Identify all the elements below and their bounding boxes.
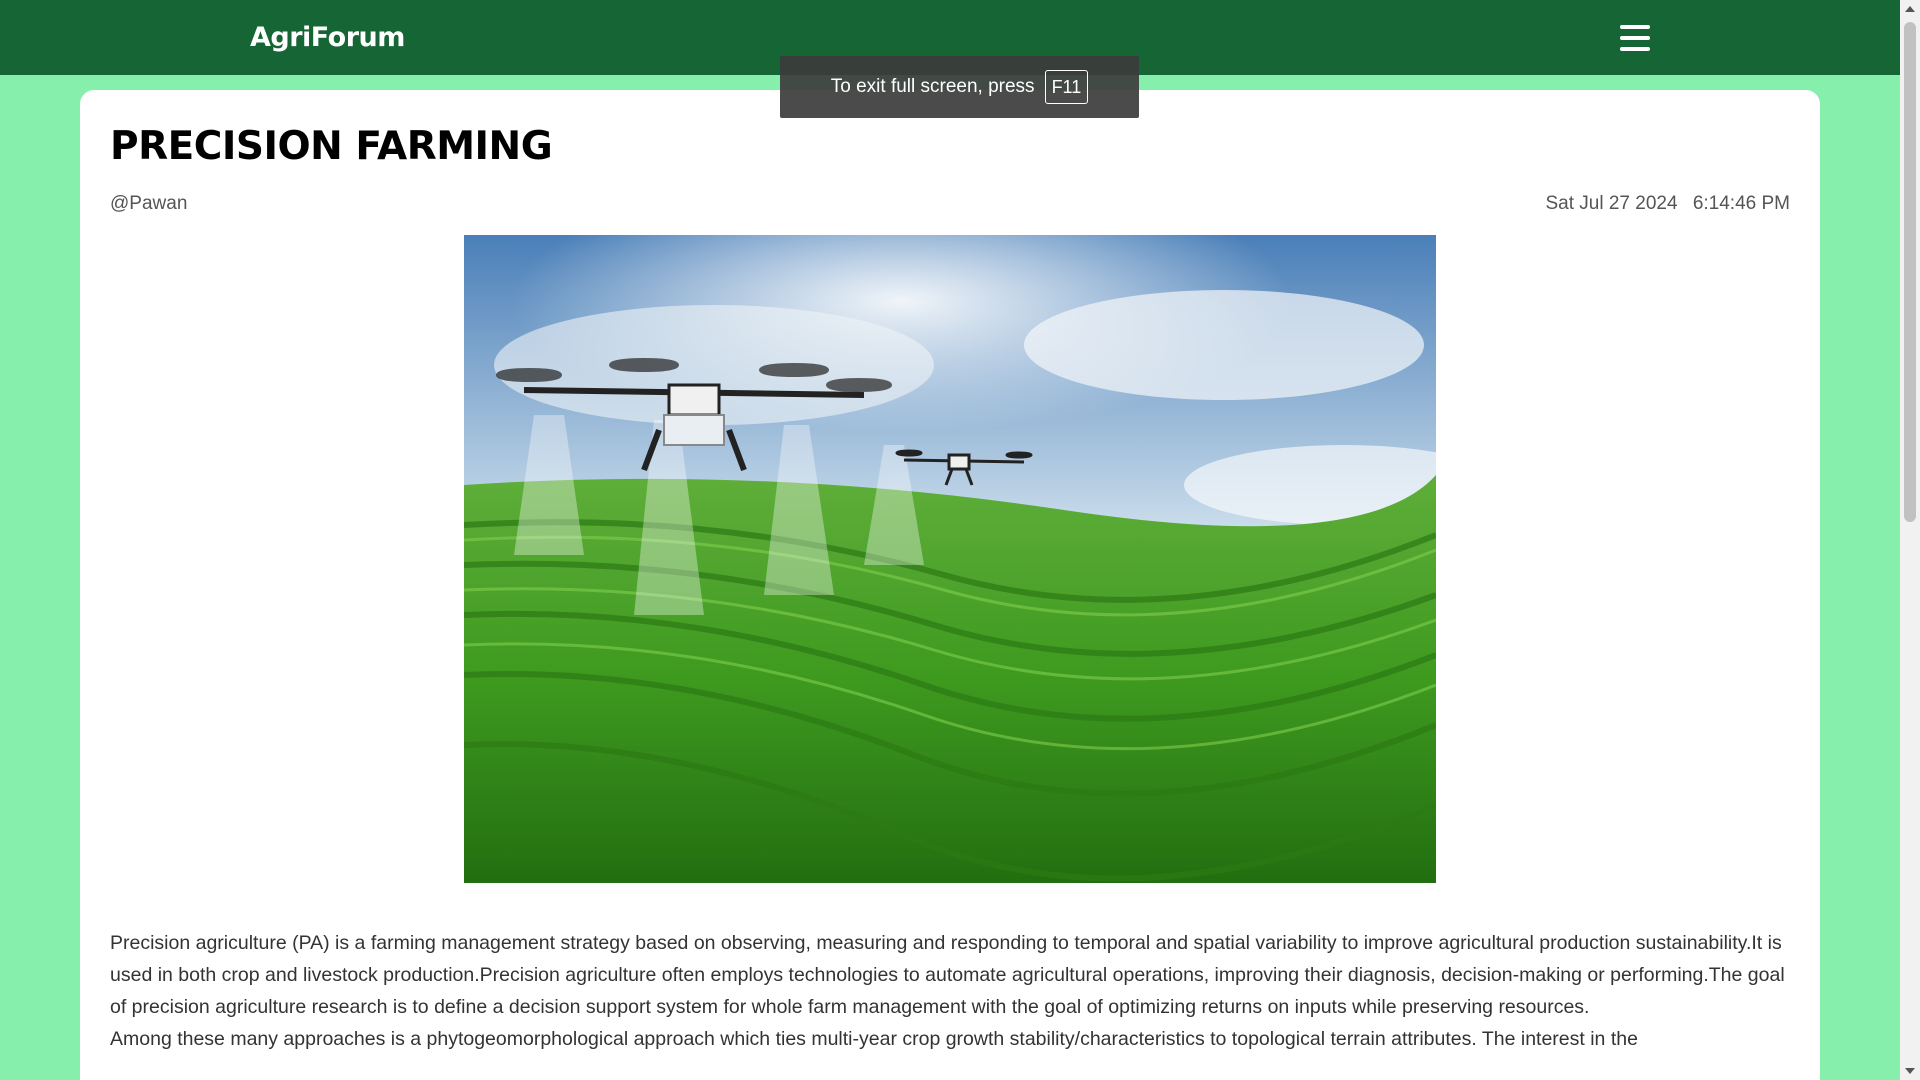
- drone-farm-illustration: [464, 235, 1436, 883]
- menu-bar: [1620, 35, 1650, 40]
- post-date: Sat Jul 27 2024: [1545, 193, 1678, 214]
- post-author: @Pawan: [110, 193, 188, 214]
- fullscreen-notice-text: To exit full screen, press: [830, 76, 1035, 97]
- scroll-up-arrow-icon[interactable]: [1905, 6, 1915, 12]
- post-timestamp: Sat Jul 27 2024 6:14:46 PM: [1546, 193, 1791, 215]
- vertical-scrollbar[interactable]: [1900, 0, 1920, 1080]
- scrollbar-thumb[interactable]: [1904, 22, 1916, 522]
- post-time: 6:14:46 PM: [1692, 193, 1790, 214]
- menu-bar: [1620, 46, 1650, 51]
- post-title: PRECISION FARMING: [110, 124, 553, 169]
- post-image: [464, 235, 1436, 883]
- post-paragraph: Precision agriculture (PA) is a farming …: [110, 932, 1785, 1018]
- hamburger-menu-icon[interactable]: [1620, 24, 1650, 51]
- f11-key-badge: F11: [1044, 70, 1089, 104]
- brand-logo[interactable]: AgriForum: [250, 22, 405, 53]
- post-meta: @Pawan Sat Jul 27 2024 6:14:46 PM: [110, 193, 1790, 215]
- scroll-down-arrow-icon[interactable]: [1905, 1068, 1915, 1074]
- post-card: PRECISION FARMING @Pawan Sat Jul 27 2024…: [80, 90, 1820, 1080]
- post-body: Precision agriculture (PA) is a farming …: [110, 927, 1790, 1055]
- menu-bar: [1620, 24, 1650, 29]
- post-paragraph: Among these many approaches is a phytoge…: [110, 1028, 1638, 1050]
- fullscreen-notice: To exit full screen, press F11: [780, 56, 1139, 118]
